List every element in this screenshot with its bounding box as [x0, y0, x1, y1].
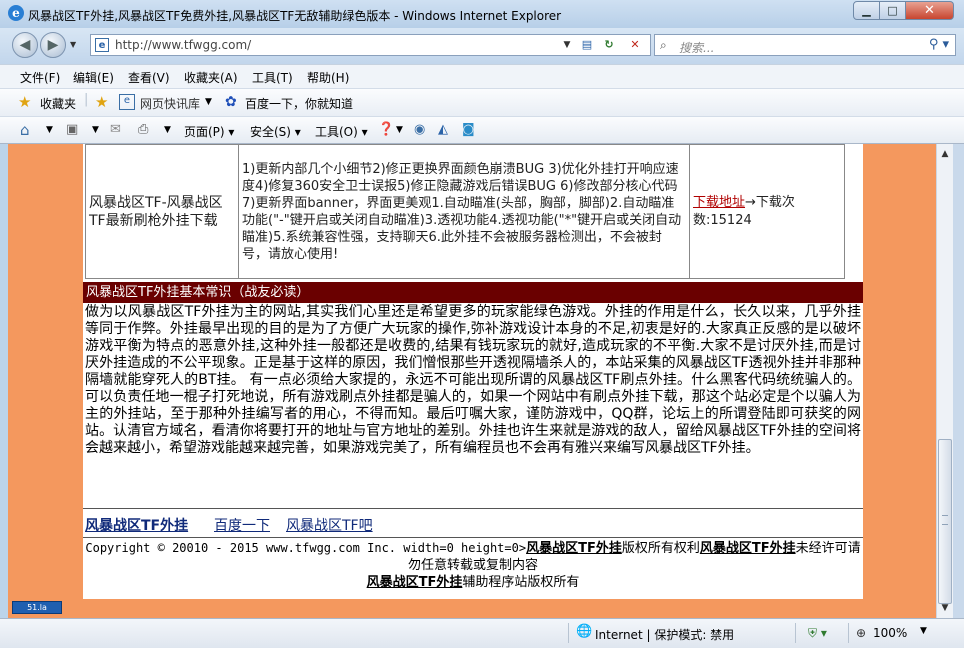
search-provider-icon: ⌕ [660, 38, 667, 52]
menu-edit[interactable]: 编辑(E) [73, 69, 114, 86]
tools-menu[interactable]: 工具(O) ▾ [315, 123, 368, 140]
forward-button[interactable]: ▶ [40, 32, 66, 58]
home-dropdown-icon[interactable]: ▼ [46, 122, 53, 138]
related-links: 风暴战区TF外挂 百度一下 风暴战区TF吧 [83, 508, 863, 538]
globe-icon: 🌐 [576, 624, 593, 639]
page-menu-label: 页面(P) [184, 125, 225, 139]
menu-tools[interactable]: 工具(T) [252, 69, 293, 86]
stop-icon[interactable]: ✕ [626, 37, 644, 53]
footer-brand-3[interactable]: 风暴战区TF外挂 [367, 575, 463, 590]
protected-mode-icon[interactable]: ⛨ ▾ [808, 626, 827, 641]
menu-file[interactable]: 文件(F) [20, 69, 60, 86]
maximize-button[interactable]: □ [880, 1, 906, 20]
page-menu[interactable]: 页面(P) ▾ [184, 123, 234, 140]
favorites-star-icon[interactable]: ★ [18, 94, 31, 110]
window-frame-right [953, 144, 964, 618]
copyright-text: Copyright © 20010 - 2015 www.tfwgg.com I… [85, 541, 527, 555]
page-main: 风暴战区TF-风暴战区TF最新刷枪外挂下载 1)更新内部几个小细节2)修正更换界… [83, 144, 863, 599]
vertical-scrollbar[interactable]: ▲ ▼ [936, 144, 953, 618]
back-button[interactable]: ◀ [12, 32, 38, 58]
link-tf-hack[interactable]: 风暴战区TF外挂 [85, 515, 188, 535]
command-bar: ⌂ ▼ ▣ ▼ ✉ ⎙ ▼ 页面(P) ▾ 安全(S) ▾ 工具(O) ▾ ❓ … [0, 116, 964, 144]
menu-bar: 文件(F) 编辑(E) 查看(V) 收藏夹(A) 工具(T) 帮助(H) [0, 64, 964, 88]
footer-rights: 版权所有权利 [621, 541, 700, 556]
link-baidu[interactable]: 百度一下 [214, 515, 270, 535]
section-header: 风暴战区TF外挂基本常识（战友必读） [83, 282, 863, 303]
status-separator [848, 623, 849, 643]
help-dropdown-icon[interactable]: ▼ [396, 122, 403, 138]
stats-counter-badge[interactable]: 51.la [12, 601, 62, 614]
scroll-thumb[interactable] [938, 439, 952, 604]
zoom-dropdown-icon[interactable]: ▼ [920, 626, 927, 636]
favorites-bar: ★ 收藏夹 | ★ e 网页快讯库 ▼ ✿ 百度一下，你就知道 [0, 88, 964, 116]
download-cell: 下载地址→下载次数:15124 [689, 144, 845, 279]
page-viewport: 风暴战区TF-风暴战区TF最新刷枪外挂下载 1)更新内部几个小细节2)修正更换界… [8, 144, 936, 618]
status-bar: 🌐 Internet | 保护模式: 禁用 ⛨ ▾ ⊕ 100% ▼ [0, 618, 964, 648]
add-favorite-icon[interactable]: ★ [95, 94, 108, 110]
search-go-icon[interactable]: ⚲ ▾ [929, 37, 949, 52]
title-bar: e 风暴战区TF外挂,风暴战区TF免费外挂,风暴战区TF无敌辅助绿色版本 - W… [0, 0, 964, 28]
refresh-icon[interactable]: ↻ [600, 37, 618, 53]
footer: Copyright © 20010 - 2015 www.tfwgg.com I… [83, 540, 863, 591]
download-description: 1)更新内部几个小细节2)修正更换界面颜色崩溃BUG 3)优化外挂打开响应速度4… [238, 144, 690, 279]
recent-pages-dropdown-icon[interactable]: ▼ [70, 40, 76, 49]
webslice-icon: e [119, 94, 135, 110]
address-input[interactable]: http://www.tfwgg.com/ [115, 38, 251, 52]
home-icon[interactable]: ⌂ [20, 122, 30, 138]
toolbar-separator: | [84, 92, 89, 107]
zoom-level[interactable]: 100% [873, 626, 907, 640]
article-body: 做为以风暴战区TF外挂为主的网站,其实我们心里还是希望更多的玩家能绿色游戏。外挂… [85, 304, 861, 456]
download-name: 风暴战区TF-风暴战区TF最新刷枪外挂下载 [85, 144, 239, 279]
table-row: 风暴战区TF-风暴战区TF最新刷枪外挂下载 1)更新内部几个小细节2)修正更换界… [85, 144, 845, 279]
mail-icon[interactable]: ✉ [110, 122, 121, 138]
feeds-icon[interactable]: ▣ [66, 122, 78, 138]
scroll-grip-icon [942, 515, 948, 525]
address-dropdown-icon[interactable]: ▼ [558, 37, 576, 53]
print-icon[interactable]: ⎙ [138, 122, 148, 138]
menu-view[interactable]: 查看(V) [128, 69, 170, 86]
baidu-paw-icon: ✿ [225, 94, 237, 110]
research-icon[interactable]: ◉ [414, 122, 425, 138]
address-bar[interactable]: e http://www.tfwgg.com/ ▼ ▤ ↻ ✕ [90, 34, 651, 56]
download-link[interactable]: 下载地址 [693, 195, 745, 210]
footer-line-2: 风暴战区TF外挂辅助程序站版权所有 [83, 574, 863, 591]
webslice-gallery-button[interactable]: 网页快讯库 [140, 95, 200, 112]
status-separator [568, 623, 569, 643]
window-title: 风暴战区TF外挂,风暴战区TF免费外挂,风暴战区TF无敌辅助绿色版本 - Win… [28, 9, 562, 23]
baidu-favorite-link[interactable]: 百度一下，你就知道 [245, 95, 353, 112]
footer-brand[interactable]: 风暴战区TF外挂 [526, 541, 622, 556]
compatibility-view-icon[interactable]: ▤ [578, 37, 596, 53]
print-dropdown-icon[interactable]: ▼ [164, 122, 171, 138]
footer-notice-2: 辅助程序站版权所有 [462, 575, 580, 590]
help-icon[interactable]: ❓ [378, 122, 394, 138]
status-separator [795, 623, 796, 643]
minimize-button[interactable]: ▁ [853, 1, 880, 20]
scroll-down-icon[interactable]: ▼ [937, 600, 953, 616]
qq-icon[interactable]: ◙ [462, 122, 475, 138]
security-zone[interactable]: Internet | 保护模式: 禁用 [595, 626, 734, 643]
download-count: 15124 [710, 212, 752, 228]
tools-menu-label: 工具(O) [315, 125, 358, 139]
footer-line-1: Copyright © 20010 - 2015 www.tfwgg.com I… [83, 540, 863, 574]
close-button[interactable]: ✕ [906, 1, 954, 20]
webslice-dropdown-icon[interactable]: ▼ [205, 94, 212, 110]
zoom-icon[interactable]: ⊕ [856, 626, 866, 640]
scroll-up-icon[interactable]: ▲ [937, 146, 953, 162]
download-arrow: → [745, 194, 756, 210]
link-tf-tieba[interactable]: 风暴战区TF吧 [286, 515, 373, 535]
search-box[interactable]: ⌕ 搜索... ⚲ ▾ [654, 34, 956, 56]
navigation-bar: ◀ ▶ ▼ e http://www.tfwgg.com/ ▼ ▤ ↻ ✕ ⌕ … [0, 28, 964, 64]
safety-menu-label: 安全(S) [250, 125, 291, 139]
download-table: 风暴战区TF-风暴战区TF最新刷枪外挂下载 1)更新内部几个小细节2)修正更换界… [85, 144, 845, 279]
favorites-button[interactable]: 收藏夹 [40, 95, 76, 112]
ie-logo-icon: e [8, 5, 24, 21]
search-input[interactable]: 搜索... [679, 39, 714, 56]
menu-favorites[interactable]: 收藏夹(A) [184, 69, 238, 86]
menu-help[interactable]: 帮助(H) [307, 69, 349, 86]
page-icon: e [95, 38, 109, 52]
footer-brand-2[interactable]: 风暴战区TF外挂 [700, 541, 796, 556]
feeds-dropdown-icon[interactable]: ▼ [92, 122, 99, 138]
messenger-icon[interactable]: ◭ [438, 122, 448, 138]
safety-menu[interactable]: 安全(S) ▾ [250, 123, 301, 140]
